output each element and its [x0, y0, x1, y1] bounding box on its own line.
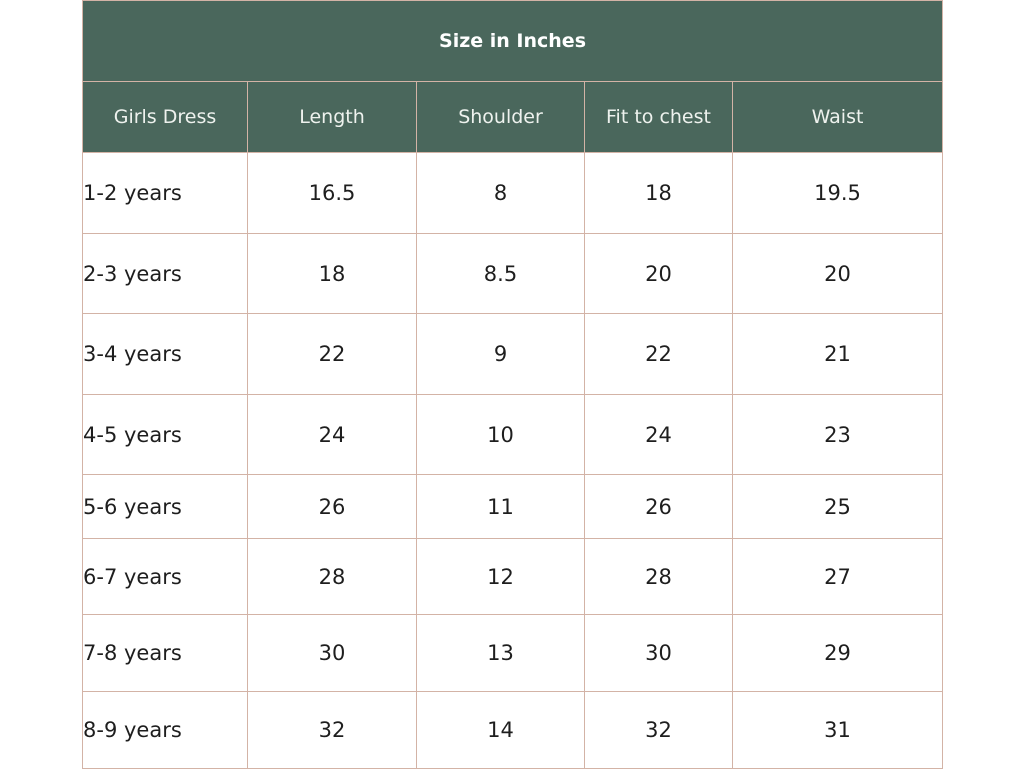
waist-cell: 21 — [731, 313, 944, 395]
chest-cell: 28 — [584, 538, 733, 615]
header-fit-to-chest: Fit to chest — [584, 81, 733, 153]
age-cell: 7-8 years — [82, 614, 248, 692]
table-row: 5-6 years 26 11 26 25 — [82, 474, 944, 539]
chest-cell: 26 — [584, 474, 733, 539]
table-row: 2-3 years 18 8.5 20 20 — [82, 233, 944, 314]
chest-cell: 32 — [584, 691, 733, 769]
shoulder-cell: 12 — [416, 538, 585, 615]
length-cell: 32 — [247, 691, 417, 769]
chest-cell: 30 — [584, 614, 733, 692]
waist-cell: 31 — [731, 691, 944, 769]
shoulder-cell: 9 — [416, 313, 585, 395]
age-cell: 8-9 years — [82, 691, 248, 769]
shoulder-cell: 14 — [416, 691, 585, 769]
waist-cell: 25 — [731, 474, 944, 539]
table-row: 8-9 years 32 14 32 31 — [82, 691, 944, 769]
table-row: 6-7 years 28 12 28 27 — [82, 538, 944, 615]
age-cell: 5-6 years — [82, 474, 248, 539]
table-row: 1-2 years 16.5 8 18 19.5 — [82, 152, 944, 234]
chest-cell: 24 — [584, 394, 733, 475]
header-length: Length — [247, 81, 417, 153]
chest-cell: 22 — [584, 313, 733, 395]
table-row: 3-4 years 22 9 22 21 — [82, 313, 944, 395]
waist-cell: 23 — [731, 394, 944, 475]
age-cell: 4-5 years — [82, 394, 248, 475]
length-cell: 16.5 — [247, 152, 417, 234]
age-cell: 2-3 years — [82, 233, 248, 314]
shoulder-cell: 8.5 — [416, 233, 585, 314]
age-cell: 3-4 years — [82, 313, 248, 395]
waist-cell: 20 — [731, 233, 944, 314]
chest-cell: 18 — [584, 152, 733, 234]
length-cell: 26 — [247, 474, 417, 539]
age-cell: 6-7 years — [82, 538, 248, 615]
shoulder-cell: 11 — [416, 474, 585, 539]
shoulder-cell: 10 — [416, 394, 585, 475]
shoulder-cell: 13 — [416, 614, 585, 692]
length-cell: 28 — [247, 538, 417, 615]
column-header-row: Girls Dress Length Shoulder Fit to chest… — [82, 81, 944, 153]
age-cell: 1-2 years — [82, 152, 248, 234]
header-girls-dress: Girls Dress — [82, 81, 248, 153]
table-title: Size in Inches — [81, 0, 944, 82]
chest-cell: 20 — [584, 233, 733, 314]
length-cell: 24 — [247, 394, 417, 475]
waist-cell: 19.5 — [731, 152, 944, 234]
length-cell: 18 — [247, 233, 417, 314]
table-row: 4-5 years 24 10 24 23 — [82, 394, 944, 475]
waist-cell: 27 — [731, 538, 944, 615]
table-row: 7-8 years 30 13 30 29 — [82, 614, 944, 692]
size-chart-table: Size in Inches Girls Dress Length Should… — [81, 0, 944, 769]
header-shoulder: Shoulder — [416, 81, 585, 153]
title-row: Size in Inches — [81, 0, 944, 82]
header-waist: Waist — [731, 81, 944, 153]
waist-cell: 29 — [731, 614, 944, 692]
length-cell: 30 — [247, 614, 417, 692]
length-cell: 22 — [247, 313, 417, 395]
shoulder-cell: 8 — [416, 152, 585, 234]
